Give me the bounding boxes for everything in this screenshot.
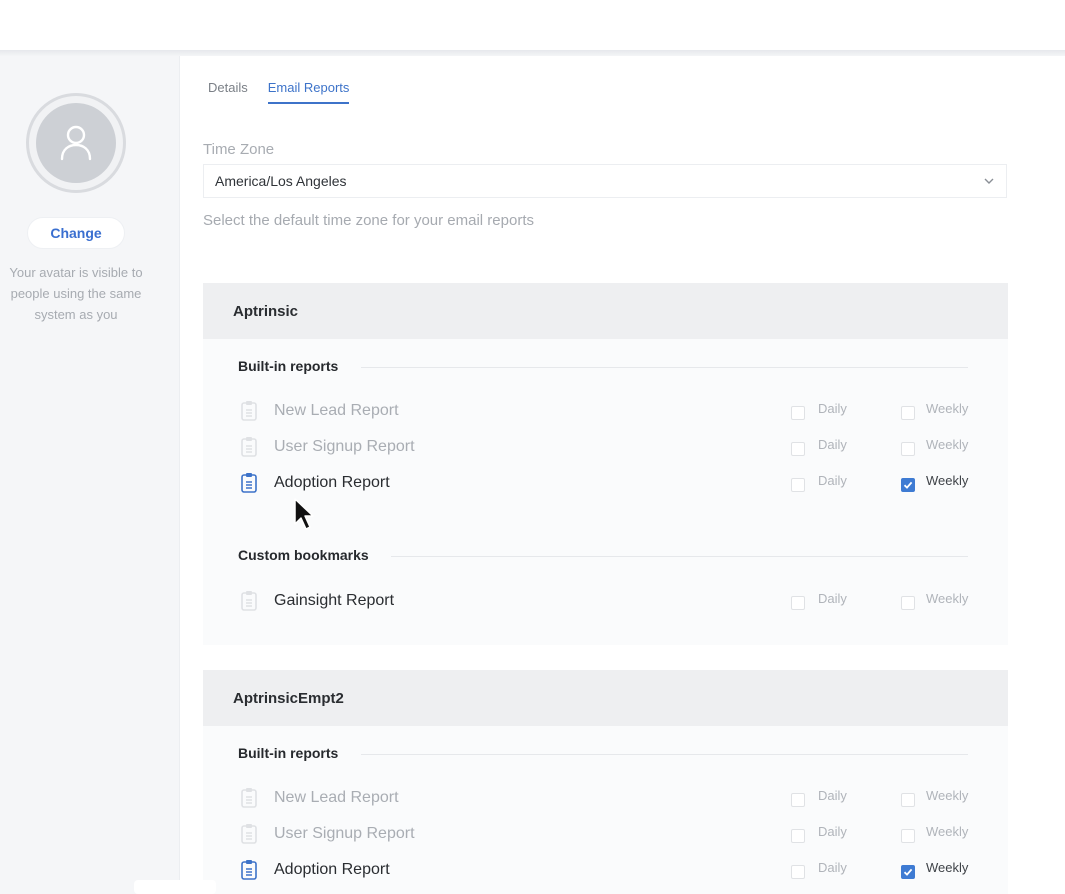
report-name: User Signup Report <box>274 825 415 842</box>
checkmark-icon <box>903 868 913 876</box>
report-row: New Lead Report Daily Weekly <box>203 784 1008 814</box>
timezone-value: America/Los Angeles <box>215 173 347 189</box>
report-name: New Lead Report <box>274 402 399 419</box>
weekly-checkbox[interactable] <box>901 793 915 807</box>
avatar-note: Your avatar is visible to people using t… <box>9 265 143 322</box>
mouse-pointer-icon <box>294 498 314 530</box>
weekly-label: Weekly <box>926 591 969 606</box>
section-title-builtin: Built-in reports <box>238 745 339 761</box>
weekly-label: Weekly <box>926 788 969 803</box>
avatar-placeholder <box>36 103 116 183</box>
group-body: Built-in reports New Lead Report Daily W… <box>203 339 1008 645</box>
daily-checkbox[interactable] <box>791 829 805 843</box>
daily-checkbox[interactable] <box>791 865 805 879</box>
timezone-select[interactable]: America/Los Angeles <box>203 164 1007 198</box>
report-name: Adoption Report <box>274 474 390 491</box>
section-title-builtin: Built-in reports <box>238 358 339 374</box>
weekly-label: Weekly <box>926 824 969 839</box>
group-body: Built-in reports New Lead Report Daily W… <box>203 726 1008 894</box>
report-row: Adoption Report Daily Weekly <box>203 469 1008 499</box>
group-header: AptrinsicEmpt2 <box>203 670 1008 726</box>
report-group: AptrinsicEmpt2 Built-in reports New Lead… <box>203 670 1008 894</box>
report-row: User Signup Report Daily Weekly <box>203 433 1008 463</box>
daily-label: Daily <box>818 591 847 606</box>
weekly-label: Weekly <box>926 401 969 416</box>
checkmark-icon <box>903 481 913 489</box>
report-name: New Lead Report <box>274 789 399 806</box>
timezone-help: Select the default time zone for your em… <box>203 212 534 229</box>
report-row: Gainsight Report Daily Weekly <box>203 587 1008 617</box>
overlay-artifact <box>134 880 216 894</box>
change-avatar-button[interactable]: Change <box>27 217 125 249</box>
weekly-label: Weekly <box>926 473 969 488</box>
weekly-label: Weekly <box>926 437 969 452</box>
weekly-checkbox[interactable] <box>901 596 915 610</box>
report-row: New Lead Report Daily Weekly <box>203 397 1008 427</box>
daily-label: Daily <box>818 401 847 416</box>
daily-label: Daily <box>818 788 847 803</box>
daily-checkbox[interactable] <box>791 442 805 456</box>
daily-checkbox[interactable] <box>791 406 805 420</box>
weekly-checkbox[interactable] <box>901 406 915 420</box>
chevron-down-icon <box>984 178 994 184</box>
clipboard-icon <box>241 401 257 421</box>
weekly-checkbox[interactable] <box>901 478 915 492</box>
weekly-checkbox[interactable] <box>901 865 915 879</box>
clipboard-icon <box>241 591 257 611</box>
section-title-custom: Custom bookmarks <box>238 547 369 563</box>
daily-checkbox[interactable] <box>791 793 805 807</box>
section-divider <box>361 367 968 368</box>
section-divider <box>391 556 968 557</box>
timezone-label: Time Zone <box>203 141 275 158</box>
section-divider <box>361 754 968 755</box>
daily-checkbox[interactable] <box>791 478 805 492</box>
tab-email-reports[interactable]: Email Reports <box>267 80 350 104</box>
clipboard-icon <box>241 473 257 493</box>
weekly-checkbox[interactable] <box>901 829 915 843</box>
report-row: User Signup Report Daily Weekly <box>203 820 1008 850</box>
tab-details[interactable]: Details <box>208 80 248 104</box>
report-name: User Signup Report <box>274 438 415 455</box>
report-group: Aptrinsic Built-in reports New Lead Repo… <box>203 283 1008 645</box>
daily-label: Daily <box>818 860 847 875</box>
tab-bar: Details Email Reports <box>208 80 350 104</box>
daily-checkbox[interactable] <box>791 596 805 610</box>
report-row: Adoption Report Daily Weekly <box>203 856 1008 886</box>
clipboard-icon <box>241 860 257 880</box>
report-name: Gainsight Report <box>274 592 395 609</box>
weekly-checkbox[interactable] <box>901 442 915 456</box>
clipboard-icon <box>241 437 257 457</box>
daily-label: Daily <box>818 473 847 488</box>
report-name: Adoption Report <box>274 861 390 878</box>
clipboard-icon <box>241 788 257 808</box>
clipboard-icon <box>241 824 257 844</box>
user-icon <box>60 125 92 161</box>
daily-label: Daily <box>818 437 847 452</box>
profile-panel: Change Your avatar is visible to people … <box>0 56 180 894</box>
avatar[interactable] <box>26 93 126 193</box>
group-header: Aptrinsic <box>203 283 1008 339</box>
daily-label: Daily <box>818 824 847 839</box>
weekly-label: Weekly <box>926 860 969 875</box>
